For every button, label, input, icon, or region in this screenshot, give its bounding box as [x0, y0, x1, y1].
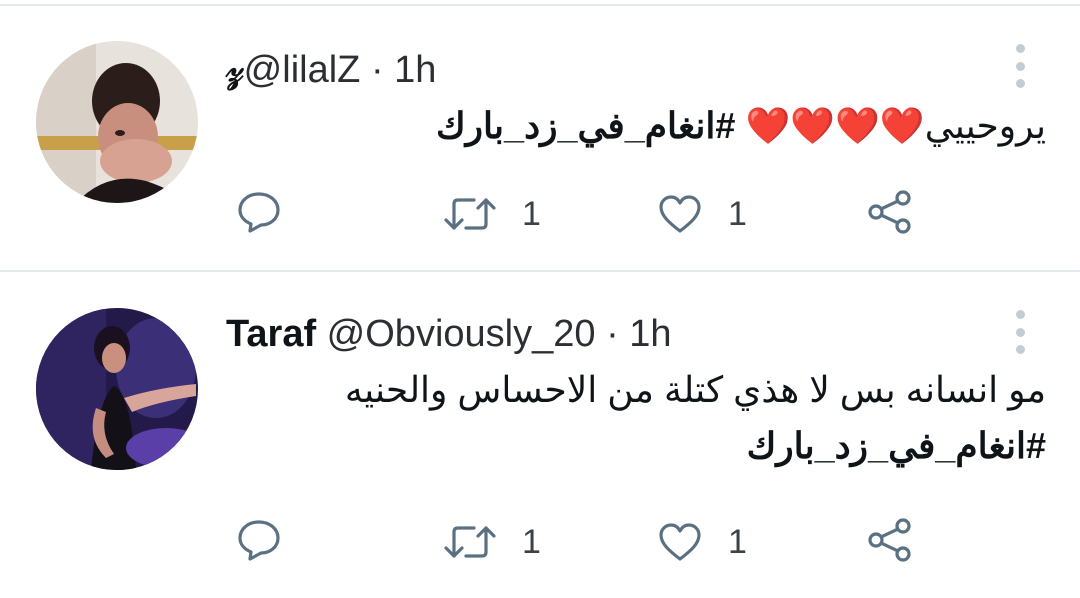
like-icon	[659, 195, 701, 233]
display-name[interactable]: Taraf	[226, 313, 316, 355]
tweet-text: مو انسانه بس لا هذي كتلة من الاحساس والح…	[226, 364, 1046, 472]
like-button[interactable]: 1	[658, 518, 747, 566]
tweet-1[interactable]: 𝓏@lilalZ · 1h يروحييي❤️❤️❤️❤️ #انغام_في_…	[0, 6, 1080, 268]
reply-button[interactable]	[236, 516, 282, 564]
like-icon	[659, 523, 701, 561]
tweet-header: 𝓏@lilalZ · 1h	[226, 48, 436, 92]
retweet-button[interactable]: 1	[444, 190, 541, 238]
user-handle[interactable]: @Obviously_20	[327, 313, 596, 355]
separator-dot: ·	[370, 49, 384, 91]
like-count: 1	[728, 522, 747, 561]
reply-icon	[238, 192, 280, 233]
avatar[interactable]	[36, 308, 198, 470]
hashtag-link[interactable]: #انغام_في_زد_بارك	[226, 420, 1046, 472]
like-count: 1	[728, 194, 747, 233]
timestamp[interactable]: 1h	[394, 49, 436, 91]
avatar[interactable]	[36, 41, 198, 203]
share-button[interactable]	[866, 188, 914, 236]
reply-icon	[238, 520, 280, 561]
share-button[interactable]	[866, 516, 914, 564]
tweet-text: يروحييي❤️❤️❤️❤️ #انغام_في_زد_بارك	[226, 100, 1046, 152]
retweet-icon	[444, 198, 496, 230]
retweet-count: 1	[522, 194, 541, 233]
reply-button[interactable]	[236, 188, 282, 236]
hearts-emoji: ❤️❤️❤️❤️	[745, 105, 925, 146]
more-vertical-icon[interactable]	[1008, 44, 1032, 88]
tweet-2[interactable]: Taraf @Obviously_20 · 1h مو انسانه بس لا…	[0, 272, 1080, 598]
separator-dot: ·	[606, 313, 619, 355]
share-icon	[868, 190, 911, 234]
tweet-header: Taraf @Obviously_20 · 1h	[226, 312, 672, 356]
hashtag-link[interactable]: #انغام_في_زد_بارك	[436, 105, 735, 146]
retweet-icon	[444, 526, 496, 558]
like-button[interactable]: 1	[658, 190, 747, 238]
retweet-count: 1	[522, 522, 541, 561]
timestamp[interactable]: 1h	[629, 313, 671, 355]
tweet-text-line: مو انسانه بس لا هذي كتلة من الاحساس والح…	[344, 369, 1046, 410]
retweet-button[interactable]: 1	[444, 518, 541, 566]
display-name-glyph[interactable]: 𝓏	[226, 49, 244, 91]
more-vertical-icon[interactable]	[1008, 310, 1032, 354]
share-icon	[868, 518, 911, 562]
user-handle[interactable]: @lilalZ	[244, 49, 361, 91]
tweet-text-plain: يروحييي	[924, 105, 1046, 146]
